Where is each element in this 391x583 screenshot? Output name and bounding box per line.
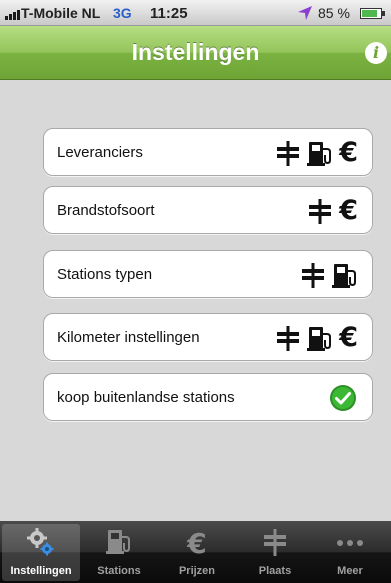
status-time: 11:25 bbox=[150, 5, 188, 22]
tab-prijzen[interactable]: € Prijzen bbox=[158, 524, 236, 581]
signal-strength-icon bbox=[5, 8, 21, 20]
fuel-pump-icon bbox=[307, 327, 332, 351]
info-icon[interactable]: i bbox=[365, 42, 387, 64]
tab-bar: Instellingen Stations € Prijzen Plaats M bbox=[0, 521, 391, 583]
tab-plaats[interactable]: Plaats bbox=[236, 524, 314, 581]
page-title: Instellingen bbox=[131, 39, 260, 65]
euro-icon: € bbox=[339, 137, 358, 168]
fuel-pump-icon bbox=[106, 530, 130, 554]
tab-meer[interactable]: Meer bbox=[311, 524, 389, 581]
status-bar: T-Mobile NL 3G 11:25 85 % bbox=[0, 0, 391, 26]
row-label: Stations typen bbox=[57, 266, 153, 283]
network-type: 3G bbox=[113, 5, 132, 21]
signpost-icon bbox=[277, 141, 300, 166]
settings-row-leveranciers[interactable]: Leveranciers € bbox=[43, 128, 373, 176]
tab-label: Prijzen bbox=[178, 565, 216, 577]
tab-label: Stations bbox=[97, 565, 141, 577]
check-icon[interactable] bbox=[329, 384, 357, 412]
euro-icon: € bbox=[339, 322, 358, 353]
tab-instellingen[interactable]: Instellingen bbox=[2, 524, 80, 581]
row-label: Leveranciers bbox=[57, 144, 143, 161]
row-label: koop buitenlandse stations bbox=[57, 389, 235, 406]
settings-row-stations-typen[interactable]: Stations typen bbox=[43, 250, 373, 298]
signpost-icon bbox=[302, 263, 324, 288]
battery-icon bbox=[360, 8, 382, 19]
battery-percentage: 85 % bbox=[318, 5, 350, 21]
signpost-icon bbox=[264, 529, 286, 556]
row-label: Kilometer instellingen bbox=[57, 329, 200, 346]
settings-row-koop-buitenlandse-stations[interactable]: koop buitenlandse stations bbox=[43, 373, 373, 421]
location-arrow-icon bbox=[298, 6, 312, 20]
settings-row-brandstofsoort[interactable]: Brandstofsoort € bbox=[43, 186, 373, 234]
euro-icon: € bbox=[186, 527, 206, 557]
row-icons bbox=[300, 260, 358, 290]
tab-label: Meer bbox=[337, 565, 363, 577]
battery-tip bbox=[382, 11, 385, 16]
settings-list: Leveranciers € Brandstofsoort € Stations… bbox=[0, 80, 391, 521]
tab-stations[interactable]: Stations bbox=[80, 524, 158, 581]
signpost-icon bbox=[277, 326, 300, 351]
tab-label: Plaats bbox=[258, 565, 292, 577]
fuel-pump-icon bbox=[332, 264, 356, 288]
fuel-pump-icon bbox=[307, 142, 332, 166]
row-icons: € bbox=[275, 323, 358, 353]
row-label: Brandstofsoort bbox=[57, 202, 155, 219]
euro-icon: € bbox=[339, 195, 358, 226]
signpost-icon bbox=[309, 199, 332, 224]
carrier-name: T-Mobile NL bbox=[21, 5, 101, 21]
svg-text:€: € bbox=[186, 527, 206, 557]
more-icon bbox=[337, 540, 363, 546]
navigation-bar: Instellingen i bbox=[0, 26, 391, 80]
row-icons: € bbox=[307, 196, 358, 226]
settings-row-kilometer-instellingen[interactable]: Kilometer instellingen € bbox=[43, 313, 373, 361]
gears-icon bbox=[27, 528, 54, 556]
tab-label: Instellingen bbox=[10, 565, 72, 577]
row-icons: € bbox=[275, 138, 358, 168]
